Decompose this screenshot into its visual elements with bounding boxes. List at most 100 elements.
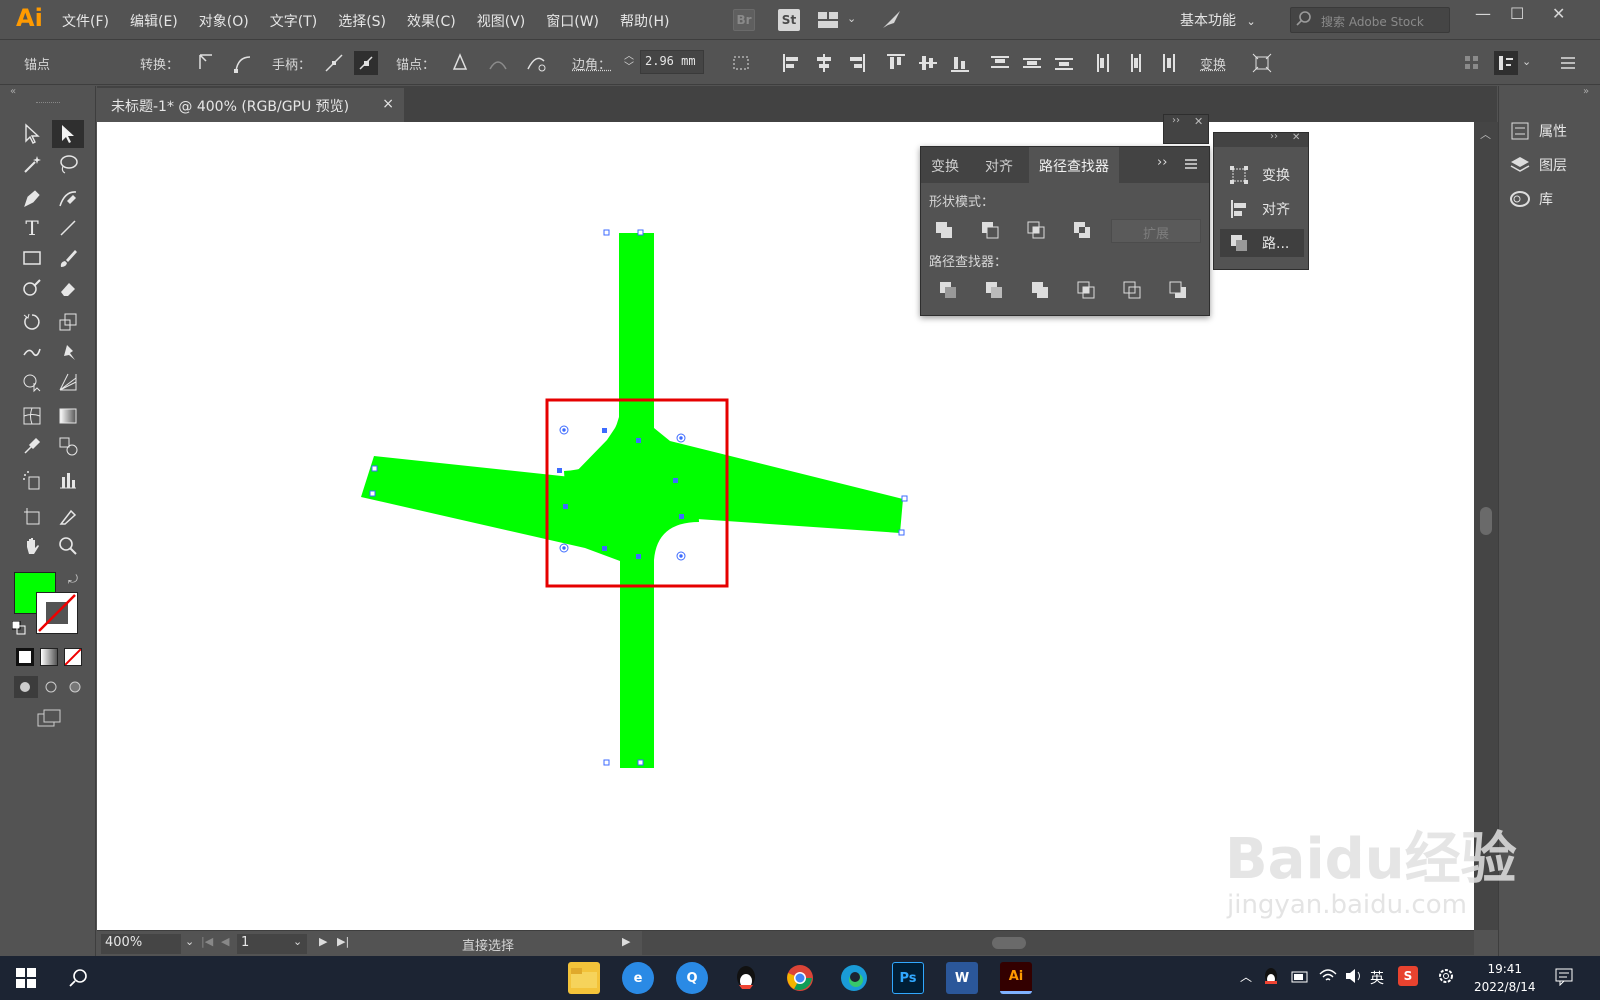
hand-tool-icon[interactable]	[16, 532, 48, 560]
perspective-grid-tool-icon[interactable]	[52, 368, 84, 396]
menu-edit[interactable]: 编辑(E)	[130, 11, 178, 31]
blend-tool-icon[interactable]	[52, 432, 84, 460]
menu-view[interactable]: 视图(V)	[477, 11, 526, 31]
first-artboard-icon[interactable]: |◀	[201, 935, 213, 948]
corner-radius-input[interactable]: 2.96 mm	[640, 50, 704, 74]
vertical-scrollbar[interactable]: ︿	[1474, 122, 1498, 930]
mini-pathfinder[interactable]: 路...	[1220, 229, 1304, 257]
close-panel-icon[interactable]: ✕	[1194, 115, 1203, 128]
dock-layers[interactable]: 图层	[1509, 150, 1599, 180]
align-right-icon[interactable]	[844, 51, 868, 75]
next-artboard-icon[interactable]: ▶	[319, 935, 327, 948]
scroll-up-icon[interactable]: ︿	[1480, 126, 1491, 142]
slice-tool-icon[interactable]	[52, 502, 84, 530]
arrange-chevron-icon[interactable]: ⌄	[1522, 55, 1531, 68]
document-tab[interactable]: 未标题-1* @ 400% (RGB/GPU 预览) ×	[97, 88, 404, 122]
draw-behind-icon[interactable]	[40, 676, 64, 698]
minus-back-icon[interactable]	[1165, 277, 1191, 303]
stock-search-input[interactable]: 搜索 Adobe Stock	[1290, 7, 1450, 33]
gradient-mode-icon[interactable]	[40, 648, 58, 666]
column-graph-tool-icon[interactable]	[52, 466, 84, 494]
outline-icon[interactable]	[1119, 277, 1145, 303]
select-similar-icon[interactable]	[730, 51, 754, 75]
exclude-icon[interactable]	[1069, 217, 1095, 243]
notification-center-icon[interactable]	[1554, 966, 1574, 987]
edge-icon[interactable]	[838, 962, 870, 994]
trim-icon[interactable]	[981, 277, 1007, 303]
type-tool-icon[interactable]: T	[16, 214, 48, 242]
panel-menu-icon[interactable]	[1183, 156, 1199, 170]
sogou-ime-icon[interactable]: S	[1398, 966, 1418, 986]
tray-expand-icon[interactable]: ︿	[1240, 968, 1252, 985]
scale-tool-icon[interactable]	[52, 308, 84, 336]
panel-group-header[interactable]: ›› ✕	[1163, 114, 1209, 144]
minimize-button[interactable]: —	[1475, 4, 1491, 23]
more-panels-icon[interactable]: ››	[1157, 155, 1167, 170]
mesh-tool-icon[interactable]	[16, 402, 48, 430]
align-bottom-icon[interactable]	[948, 51, 972, 75]
tray-qq-icon[interactable]	[1262, 966, 1280, 988]
workspace-switcher[interactable]: 基本功能 ⌄	[1180, 10, 1256, 30]
menu-type[interactable]: 文字(T)	[270, 11, 317, 31]
curvature-tool-icon[interactable]	[52, 184, 84, 212]
connect-anchors-icon[interactable]	[486, 51, 510, 75]
arrange-documents-icon[interactable]	[818, 12, 840, 28]
convert-smooth-icon[interactable]	[230, 51, 254, 75]
eyedropper-tool-icon[interactable]	[16, 432, 48, 460]
illustrator-icon[interactable]: Ai	[1000, 962, 1032, 994]
dock-properties[interactable]: 属性	[1509, 116, 1599, 146]
menu-object[interactable]: 对象(O)	[199, 11, 249, 31]
unite-icon[interactable]	[931, 217, 957, 243]
chevron-down-icon[interactable]: ⌄	[847, 12, 856, 25]
align-top-icon[interactable]	[884, 51, 908, 75]
expand-button[interactable]: 扩展	[1111, 219, 1201, 243]
transform-link[interactable]: 变换	[1200, 54, 1226, 73]
zoom-chevron-icon[interactable]: ⌄	[185, 935, 194, 948]
system-clock[interactable]: 19:41 2022/8/14	[1474, 960, 1536, 996]
menu-select[interactable]: 选择(S)	[338, 11, 386, 31]
warp-tool-icon[interactable]	[16, 338, 48, 366]
lasso-tool-icon[interactable]	[52, 150, 84, 178]
align-hcenter-icon[interactable]	[812, 51, 836, 75]
gradient-tool-icon[interactable]	[52, 402, 84, 430]
artboard-chevron-icon[interactable]: ⌄	[293, 935, 302, 948]
stock-icon[interactable]: St	[778, 9, 800, 31]
green-cross-shape[interactable]	[361, 233, 903, 768]
word-icon[interactable]: W	[946, 962, 978, 994]
maximize-button[interactable]: ☐	[1510, 4, 1524, 23]
divide-icon[interactable]	[935, 277, 961, 303]
stroke-swatch[interactable]	[36, 592, 78, 634]
menu-window[interactable]: 窗口(W)	[546, 11, 599, 31]
line-tool-icon[interactable]	[52, 214, 84, 242]
mini-align[interactable]: 对齐	[1220, 195, 1304, 223]
screen-mode-icon[interactable]	[36, 708, 64, 728]
chrome-icon[interactable]	[784, 962, 816, 994]
ie-browser-icon[interactable]: e	[622, 962, 654, 994]
draw-normal-icon[interactable]	[14, 676, 38, 698]
expand-dock-icon[interactable]: »	[1583, 86, 1589, 97]
close-tab-icon[interactable]: ×	[382, 96, 394, 112]
distribute-vcenter-icon[interactable]	[1020, 51, 1044, 75]
paintbrush-tool-icon[interactable]	[52, 244, 84, 272]
last-artboard-icon[interactable]: ▶|	[337, 935, 349, 948]
battery-icon[interactable]	[1290, 968, 1310, 986]
distribute-top-icon[interactable]	[988, 51, 1012, 75]
rotate-tool-icon[interactable]	[16, 308, 48, 336]
hide-handles-icon[interactable]	[354, 51, 378, 75]
status-menu-icon[interactable]: ▶	[622, 935, 630, 948]
prev-artboard-icon[interactable]: ◀	[221, 935, 229, 948]
menu-file[interactable]: 文件(F)	[62, 11, 109, 31]
zoom-tool-icon[interactable]	[52, 532, 84, 560]
minus-front-icon[interactable]	[977, 217, 1003, 243]
close-window-button[interactable]: ✕	[1552, 4, 1565, 23]
bridge-icon[interactable]: Br	[733, 9, 755, 31]
pen-tool-icon[interactable]	[16, 184, 48, 212]
tab-transform[interactable]: 变换	[921, 147, 969, 183]
dock-libraries[interactable]: 库	[1509, 184, 1599, 214]
isolate-icon[interactable]	[1250, 51, 1274, 75]
mini-transform[interactable]: 变换	[1220, 161, 1304, 189]
horizontal-scrollbar[interactable]	[642, 931, 1474, 955]
wifi-icon[interactable]	[1318, 966, 1338, 986]
collapse-toolbar-icon[interactable]: «	[10, 86, 16, 97]
h-scroll-thumb[interactable]	[992, 937, 1026, 949]
